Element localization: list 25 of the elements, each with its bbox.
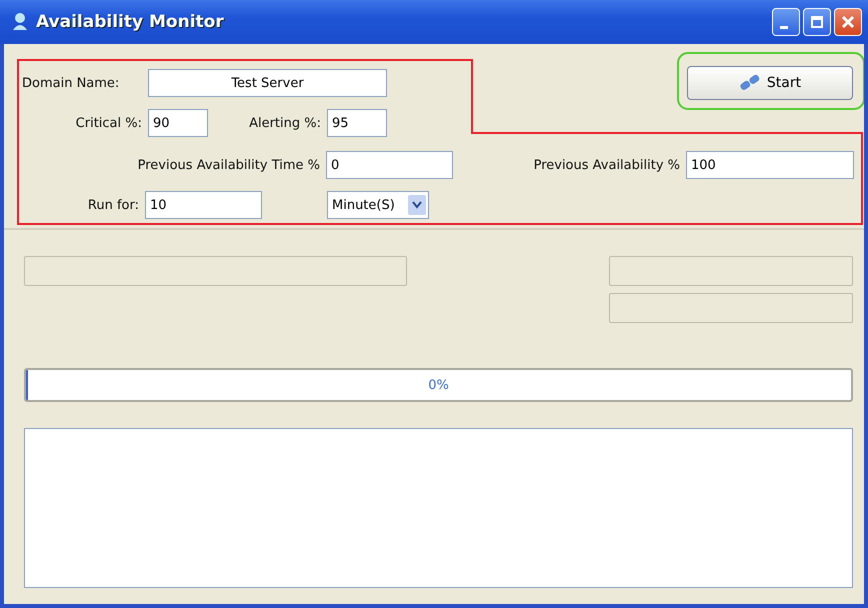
- maximize-icon: [810, 15, 824, 29]
- window-title: Availability Monitor: [36, 12, 225, 32]
- app-icon: [12, 12, 28, 32]
- run-for-field[interactable]: 10: [145, 191, 262, 219]
- previous-availability-label: Previous Availability %: [532, 158, 681, 172]
- previous-availability-time-label: Previous Availability Time %: [136, 158, 321, 172]
- domain-name-field[interactable]: Test Server: [148, 69, 387, 97]
- caret-icon: [412, 201, 422, 209]
- previous-availability-time-field[interactable]: 0: [326, 151, 453, 179]
- critical-field[interactable]: 90: [148, 109, 208, 137]
- alerting-label: Alerting %:: [248, 116, 322, 130]
- critical-label: Critical %:: [74, 116, 143, 130]
- chain-link-icon: [738, 74, 761, 92]
- close-button[interactable]: [834, 8, 862, 36]
- unit-dropdown[interactable]: Minute(S): [327, 191, 429, 219]
- domain-name-label: Domain Name:: [21, 76, 120, 90]
- close-icon: [841, 15, 855, 29]
- minimize-button[interactable]: [772, 8, 800, 36]
- previous-availability-field[interactable]: 100: [686, 151, 854, 179]
- progress-text: 0%: [428, 378, 449, 392]
- alerting-field[interactable]: 95: [327, 109, 387, 137]
- run-for-label: Run for:: [86, 198, 140, 212]
- start-button[interactable]: Start: [687, 66, 853, 100]
- maximize-button[interactable]: [803, 8, 831, 36]
- minimize-icon: [780, 26, 788, 28]
